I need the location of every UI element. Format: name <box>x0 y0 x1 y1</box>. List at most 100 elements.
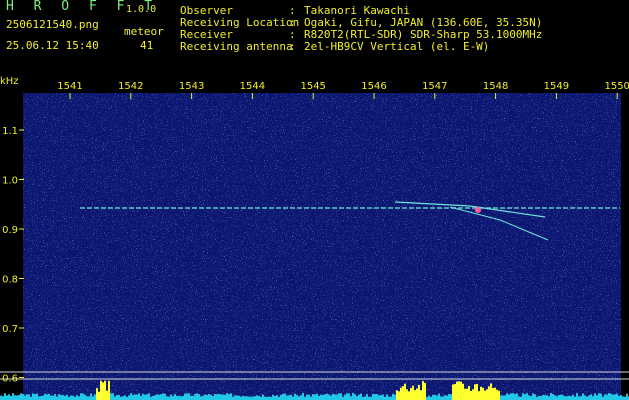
signal-bar <box>446 395 448 400</box>
y-tick-label: 0.8 <box>2 275 18 286</box>
signal-bar <box>152 395 154 400</box>
signal-bar <box>190 396 192 400</box>
noise-texture <box>23 93 621 400</box>
signal-bar <box>32 393 34 400</box>
signal-bar <box>168 396 170 400</box>
signal-bar <box>60 394 62 400</box>
signal-bar <box>512 393 514 400</box>
signal-bar <box>378 395 380 400</box>
signal-bar <box>584 395 586 400</box>
signal-bar <box>502 395 504 400</box>
signal-bar <box>456 381 458 400</box>
signal-bar <box>138 393 140 400</box>
signal-bar <box>516 393 518 400</box>
signal-bar <box>436 395 438 400</box>
signal-bar <box>548 396 550 400</box>
signal-bar <box>612 394 614 400</box>
signal-bar <box>72 395 74 400</box>
signal-bar <box>46 394 48 400</box>
signal-bar <box>200 396 202 400</box>
signal-bar <box>196 393 198 400</box>
signal-bar <box>10 395 12 400</box>
signal-bar <box>592 396 594 400</box>
signal-bar <box>194 393 196 400</box>
signal-bar <box>608 393 610 400</box>
signal-bar <box>400 387 402 400</box>
signal-bar <box>332 393 334 400</box>
signal-bar <box>442 396 444 400</box>
signal-bar <box>44 393 46 400</box>
signal-bar <box>488 386 490 400</box>
x-axis-labels: 1541 1542 1543 1544 1545 1546 1547 1548 1549 1550 <box>57 81 629 92</box>
signal-bar <box>524 394 526 400</box>
signal-bar <box>302 393 304 400</box>
signal-bar <box>428 395 430 400</box>
signal-bar <box>544 395 546 400</box>
signal-bar <box>76 395 78 400</box>
y-tick-label: 0.7 <box>2 324 18 335</box>
signal-bar <box>394 394 396 400</box>
signal-bar <box>626 393 628 400</box>
signal-bar <box>414 390 416 400</box>
signal-bar <box>604 394 606 400</box>
signal-bar <box>326 393 328 400</box>
signal-bar <box>192 396 194 400</box>
signal-bar <box>550 393 552 400</box>
signal-bar <box>580 396 582 400</box>
signal-bar <box>416 388 418 400</box>
x-tick-label: 1548 <box>483 81 508 92</box>
signal-bar <box>614 394 616 400</box>
x-tick-label: 1542 <box>118 81 143 92</box>
signal-bar <box>328 394 330 400</box>
signal-bar <box>576 393 578 400</box>
x-tick-label: 1550 <box>604 81 629 92</box>
signal-bar <box>496 389 498 400</box>
signal-bar <box>510 393 512 400</box>
signal-bar <box>598 393 600 400</box>
signal-bar <box>264 396 266 400</box>
signal-bar <box>530 396 532 400</box>
signal-bar <box>64 395 66 400</box>
signal-bar <box>166 396 168 400</box>
signal-bar <box>484 390 486 400</box>
signal-bar <box>238 395 240 400</box>
signal-bar <box>582 393 584 400</box>
signal-bar <box>366 394 368 400</box>
signal-bar <box>440 396 442 400</box>
signal-bar <box>508 394 510 400</box>
signal-bar <box>468 385 470 400</box>
signal-bar <box>132 395 134 400</box>
signal-bar <box>518 396 520 400</box>
signal-bar <box>62 394 64 400</box>
signal-bar <box>532 393 534 400</box>
signal-bar <box>472 389 474 400</box>
signal-bar <box>148 393 150 400</box>
signal-bar <box>144 394 146 400</box>
signal-bar <box>274 395 276 400</box>
signal-bar <box>280 394 282 400</box>
signal-bar <box>308 394 310 400</box>
signal-bar <box>392 394 394 400</box>
signal-bar <box>476 383 478 400</box>
signal-bar <box>620 395 622 400</box>
signal-bar <box>290 394 292 400</box>
signal-bar <box>452 384 454 400</box>
signal-bar <box>246 396 248 400</box>
signal-bar <box>558 395 560 400</box>
x-tick-label: 1544 <box>240 81 265 92</box>
signal-bar <box>96 388 98 400</box>
signal-bar <box>104 380 106 400</box>
signal-bar <box>478 391 480 400</box>
signal-bar <box>16 395 18 400</box>
y-tick-label: 0.9 <box>2 225 18 236</box>
signal-bar <box>330 395 332 400</box>
signal-bar <box>142 393 144 400</box>
signal-bar <box>118 394 120 400</box>
signal-bar <box>228 394 230 400</box>
signal-bar <box>2 396 4 400</box>
signal-bar <box>534 394 536 400</box>
signal-bar <box>522 393 524 400</box>
y-axis-labels: 1.1 1.0 0.9 0.8 0.7 0.6 <box>2 126 18 385</box>
signal-bar <box>106 390 108 400</box>
signal-bar <box>410 388 412 400</box>
